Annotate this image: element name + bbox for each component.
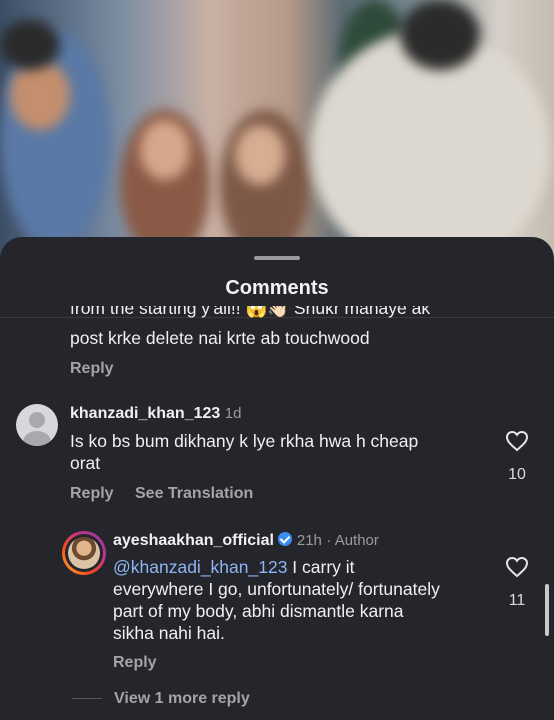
sheet-title: Comments [225, 277, 329, 299]
reply-text-part: I carry it [287, 557, 355, 577]
reply-text: sikha nahi hai. [113, 623, 225, 643]
avatar[interactable] [16, 404, 58, 446]
scrollbar[interactable] [545, 584, 549, 636]
drag-handle[interactable] [254, 256, 300, 260]
view-more-replies-button[interactable]: View 1 more reply [114, 690, 250, 708]
face-mid1-shape [140, 120, 190, 180]
hair-left-shape [0, 20, 60, 70]
username[interactable]: ayeshaakhan_official [113, 532, 274, 549]
video-background [0, 0, 554, 270]
username[interactable]: khanzadi_khan_123 [70, 405, 220, 422]
like-count: 11 [508, 592, 526, 609]
comment-text: orat [70, 453, 101, 473]
reply-text: part of my body, abhi dismantle karna [113, 601, 404, 621]
heart-icon[interactable] [505, 556, 529, 578]
reply-button[interactable]: Reply [113, 654, 157, 672]
comment-partial-line: from the starting y'all!! 😱👋🏻 Shukr mana… [70, 306, 431, 318]
comment-text: Is ko bs bum dikhany k lye rkha hwa h ch… [70, 431, 419, 451]
reply-button[interactable]: Reply [70, 360, 114, 378]
avatar[interactable] [62, 531, 106, 575]
face-left-shape [10, 60, 70, 130]
hair-right-shape [400, 0, 480, 70]
reply-text: @khanzadi_khan_123 I carry it [113, 556, 355, 578]
timestamp: 21h [296, 532, 322, 549]
timestamp: 1d [224, 405, 242, 422]
comment-text: post krke delete nai krte ab touchwood [70, 328, 370, 348]
reply-button[interactable]: Reply [70, 485, 114, 503]
author-tag: · Author [326, 532, 379, 549]
reply-header: ayeshaakhan_official 21h · Author [113, 532, 379, 550]
face-mid2-shape [235, 125, 285, 185]
comment-header: khanzadi_khan_123 1d [70, 405, 241, 423]
see-translation-button[interactable]: See Translation [135, 485, 253, 503]
comment-partial-wrapper: from the starting y'all!! 😱👋🏻 Shukr mana… [70, 306, 500, 320]
profile-photo [68, 537, 100, 569]
reply-text: everywhere I go, unfortunately/ fortunat… [113, 579, 440, 599]
heart-icon[interactable] [505, 430, 529, 452]
verified-badge-icon [278, 532, 293, 546]
mention-link[interactable]: @khanzadi_khan_123 [113, 557, 287, 577]
thread-line [72, 698, 102, 699]
like-count: 10 [508, 466, 526, 483]
